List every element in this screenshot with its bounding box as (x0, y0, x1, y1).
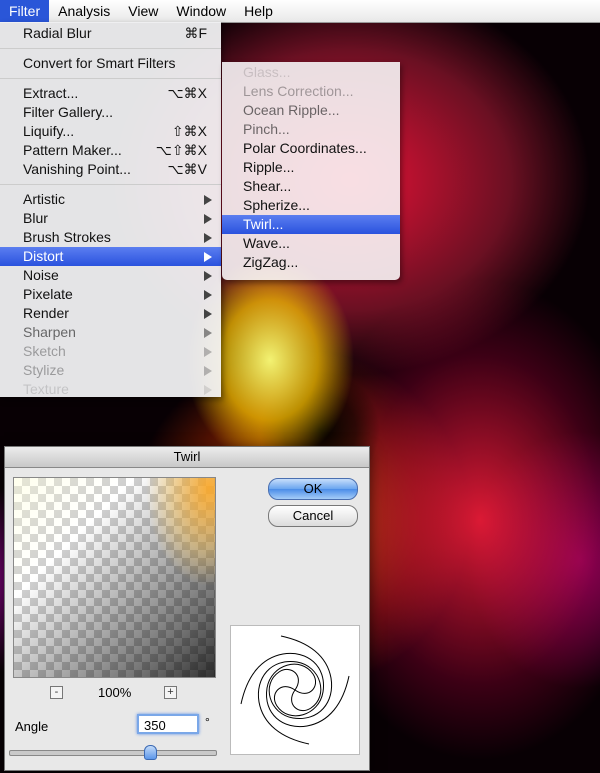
submenu-item-polar-coordinates[interactable]: Polar Coordinates... (222, 139, 400, 158)
menu-item-label: Convert for Smart Filters (23, 55, 176, 71)
twirl-swirl-icon (230, 625, 360, 755)
filter-preview[interactable] (13, 477, 216, 678)
menu-item-stylize[interactable]: Stylize (0, 361, 221, 380)
menu-view[interactable]: View (119, 0, 167, 22)
menu-analysis[interactable]: Analysis (49, 0, 119, 22)
menu-separator (0, 48, 221, 49)
menu-item-label: Pattern Maker... (23, 142, 122, 158)
angle-slider-thumb[interactable] (144, 745, 158, 760)
menu-item-sharpen[interactable]: Sharpen (0, 323, 221, 342)
submenu-arrow-icon (204, 309, 212, 319)
submenu-item-pinch[interactable]: Pinch... (222, 120, 400, 139)
menu-item-brush-strokes[interactable]: Brush Strokes (0, 228, 221, 247)
menu-item-noise[interactable]: Noise (0, 266, 221, 285)
menu-item-label: Distort (23, 248, 64, 264)
menu-item-texture[interactable]: Texture (0, 380, 221, 397)
submenu-arrow-icon (204, 214, 212, 224)
menu-separator (0, 184, 221, 185)
zoom-level: 100% (98, 685, 132, 700)
menu-item-label: Brush Strokes (23, 229, 111, 245)
submenu-item-wave[interactable]: Wave... (222, 234, 400, 253)
submenu-item-spherize[interactable]: Spherize... (222, 196, 400, 215)
submenu-item-ripple[interactable]: Ripple... (222, 158, 400, 177)
menubar: Filter Analysis View Window Help (0, 0, 600, 23)
submenu-arrow-icon (204, 252, 212, 262)
menu-item-label: Blur (23, 210, 48, 226)
menu-item-render[interactable]: Render (0, 304, 221, 323)
submenu-item-shear[interactable]: Shear... (222, 177, 400, 196)
submenu-arrow-icon (204, 195, 212, 205)
zoom-in-button[interactable]: + (164, 686, 177, 699)
menu-item-pixelate[interactable]: Pixelate (0, 285, 221, 304)
submenu-arrow-icon (204, 385, 212, 395)
menu-item-shortcut: ⇧⌘X (171, 123, 207, 139)
menu-item-label: Pixelate (23, 286, 73, 302)
menu-item-label: Render (23, 305, 69, 321)
menu-help[interactable]: Help (235, 0, 282, 22)
angle-input[interactable]: 350 (137, 714, 199, 734)
menu-item-pattern-maker[interactable]: Pattern Maker... ⌥⇧⌘X (0, 141, 221, 160)
menu-filter[interactable]: Filter (0, 0, 50, 22)
submenu-item-lens-correction[interactable]: Lens Correction... (222, 82, 400, 101)
ok-button[interactable]: OK (268, 478, 358, 500)
menu-item-vanishing-point[interactable]: Vanishing Point... ⌥⌘V (0, 160, 221, 179)
degree-unit: ° (205, 715, 210, 729)
angle-slider[interactable] (9, 745, 217, 760)
menu-item-shortcut: ⌥⌘X (167, 85, 207, 101)
menu-item-label: Extract... (23, 85, 79, 101)
menu-item-artistic[interactable]: Artistic (0, 190, 221, 209)
menu-window[interactable]: Window (167, 0, 235, 22)
submenu-item-twirl[interactable]: Twirl... (222, 215, 400, 234)
dialog-title[interactable]: Twirl (5, 447, 369, 468)
submenu-item-glass[interactable]: Glass... (222, 63, 400, 82)
menu-item-filter-gallery[interactable]: Filter Gallery... (0, 103, 221, 122)
submenu-item-zigzag[interactable]: ZigZag... (222, 253, 400, 272)
menu-item-extract[interactable]: Extract... ⌥⌘X (0, 84, 221, 103)
menu-item-convert-smart-filters[interactable]: Convert for Smart Filters (0, 54, 221, 73)
menu-item-blur[interactable]: Blur (0, 209, 221, 228)
menu-item-shortcut: ⌥⇧⌘X (155, 142, 207, 158)
menu-item-sketch[interactable]: Sketch (0, 342, 221, 361)
menu-item-radial-blur[interactable]: Radial Blur ⌘F (0, 24, 221, 43)
submenu-arrow-icon (204, 328, 212, 338)
submenu-item-ocean-ripple[interactable]: Ocean Ripple... (222, 101, 400, 120)
submenu-arrow-icon (204, 233, 212, 243)
menu-item-shortcut: ⌥⌘V (167, 161, 207, 177)
menu-separator (0, 78, 221, 79)
menu-item-shortcut: ⌘F (184, 25, 207, 41)
menu-item-label: Vanishing Point... (23, 161, 131, 177)
twirl-dialog: Twirl - 100% + OK Cancel Angle 350 ° (4, 446, 370, 771)
zoom-out-button[interactable]: - (50, 686, 63, 699)
menu-item-label: Radial Blur (23, 25, 92, 41)
preview-image (14, 478, 215, 677)
menu-item-label: Sharpen (23, 324, 76, 340)
menu-item-label: Filter Gallery... (23, 104, 113, 120)
submenu-arrow-icon (204, 347, 212, 357)
submenu-arrow-icon (204, 290, 212, 300)
menu-item-liquify[interactable]: Liquify... ⇧⌘X (0, 122, 221, 141)
filter-dropdown-menu: Radial Blur ⌘F Convert for Smart Filters… (0, 22, 221, 397)
submenu-arrow-icon (204, 271, 212, 281)
menu-item-label: Liquify... (23, 123, 75, 139)
menu-item-label: Noise (23, 267, 59, 283)
menu-item-label: Stylize (23, 362, 65, 378)
menu-item-label: Artistic (23, 191, 65, 207)
zoom-controls: - 100% + (50, 685, 185, 702)
menu-item-distort[interactable]: Distort (0, 247, 221, 266)
submenu-arrow-icon (204, 366, 212, 376)
menu-item-label: Sketch (23, 343, 66, 359)
menu-item-label: Texture (23, 381, 69, 397)
distort-submenu: Glass... Lens Correction... Ocean Ripple… (222, 62, 400, 280)
cancel-button[interactable]: Cancel (268, 505, 358, 527)
angle-label: Angle (15, 719, 49, 734)
